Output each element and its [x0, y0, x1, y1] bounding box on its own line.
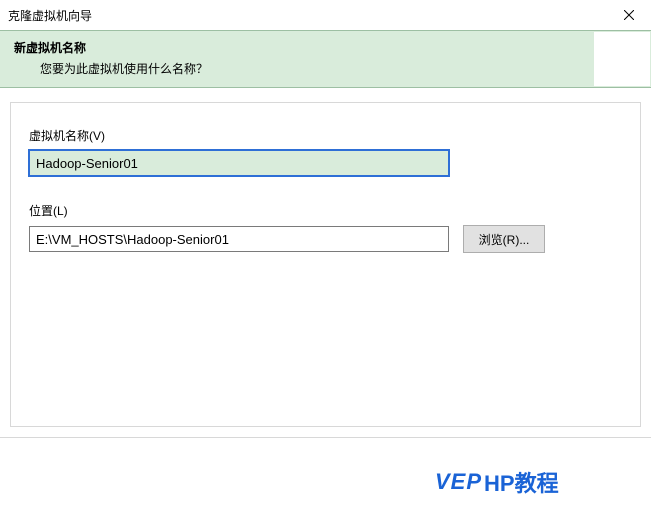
vm-name-input[interactable] [29, 150, 449, 176]
location-input[interactable] [29, 226, 449, 252]
watermark-brand: VEP [435, 469, 482, 495]
content-area: 虚拟机名称(V) 位置(L) 浏览(R)... [0, 88, 651, 438]
window-title: 克隆虚拟机向导 [8, 7, 92, 24]
title-bar: 克隆虚拟机向导 [0, 0, 651, 30]
form-panel: 虚拟机名称(V) 位置(L) 浏览(R)... [10, 102, 641, 427]
close-icon [624, 10, 634, 20]
location-label: 位置(L) [29, 202, 622, 219]
browse-button[interactable]: 浏览(R)... [463, 225, 545, 253]
vm-name-group: 虚拟机名称(V) [29, 127, 622, 176]
close-button[interactable] [606, 0, 651, 30]
header-title: 新虚拟机名称 [14, 39, 637, 56]
header-logo-placeholder [594, 32, 650, 86]
wizard-header: 新虚拟机名称 您要为此虚拟机使用什么名称？ [0, 30, 651, 88]
vm-name-label: 虚拟机名称(V) [29, 127, 622, 144]
watermark-suffix: HP教程 [484, 466, 559, 498]
watermark: VEPHP教程 [427, 462, 647, 502]
location-group: 位置(L) 浏览(R)... [29, 202, 622, 253]
header-subtitle: 您要为此虚拟机使用什么名称？ [14, 60, 637, 77]
